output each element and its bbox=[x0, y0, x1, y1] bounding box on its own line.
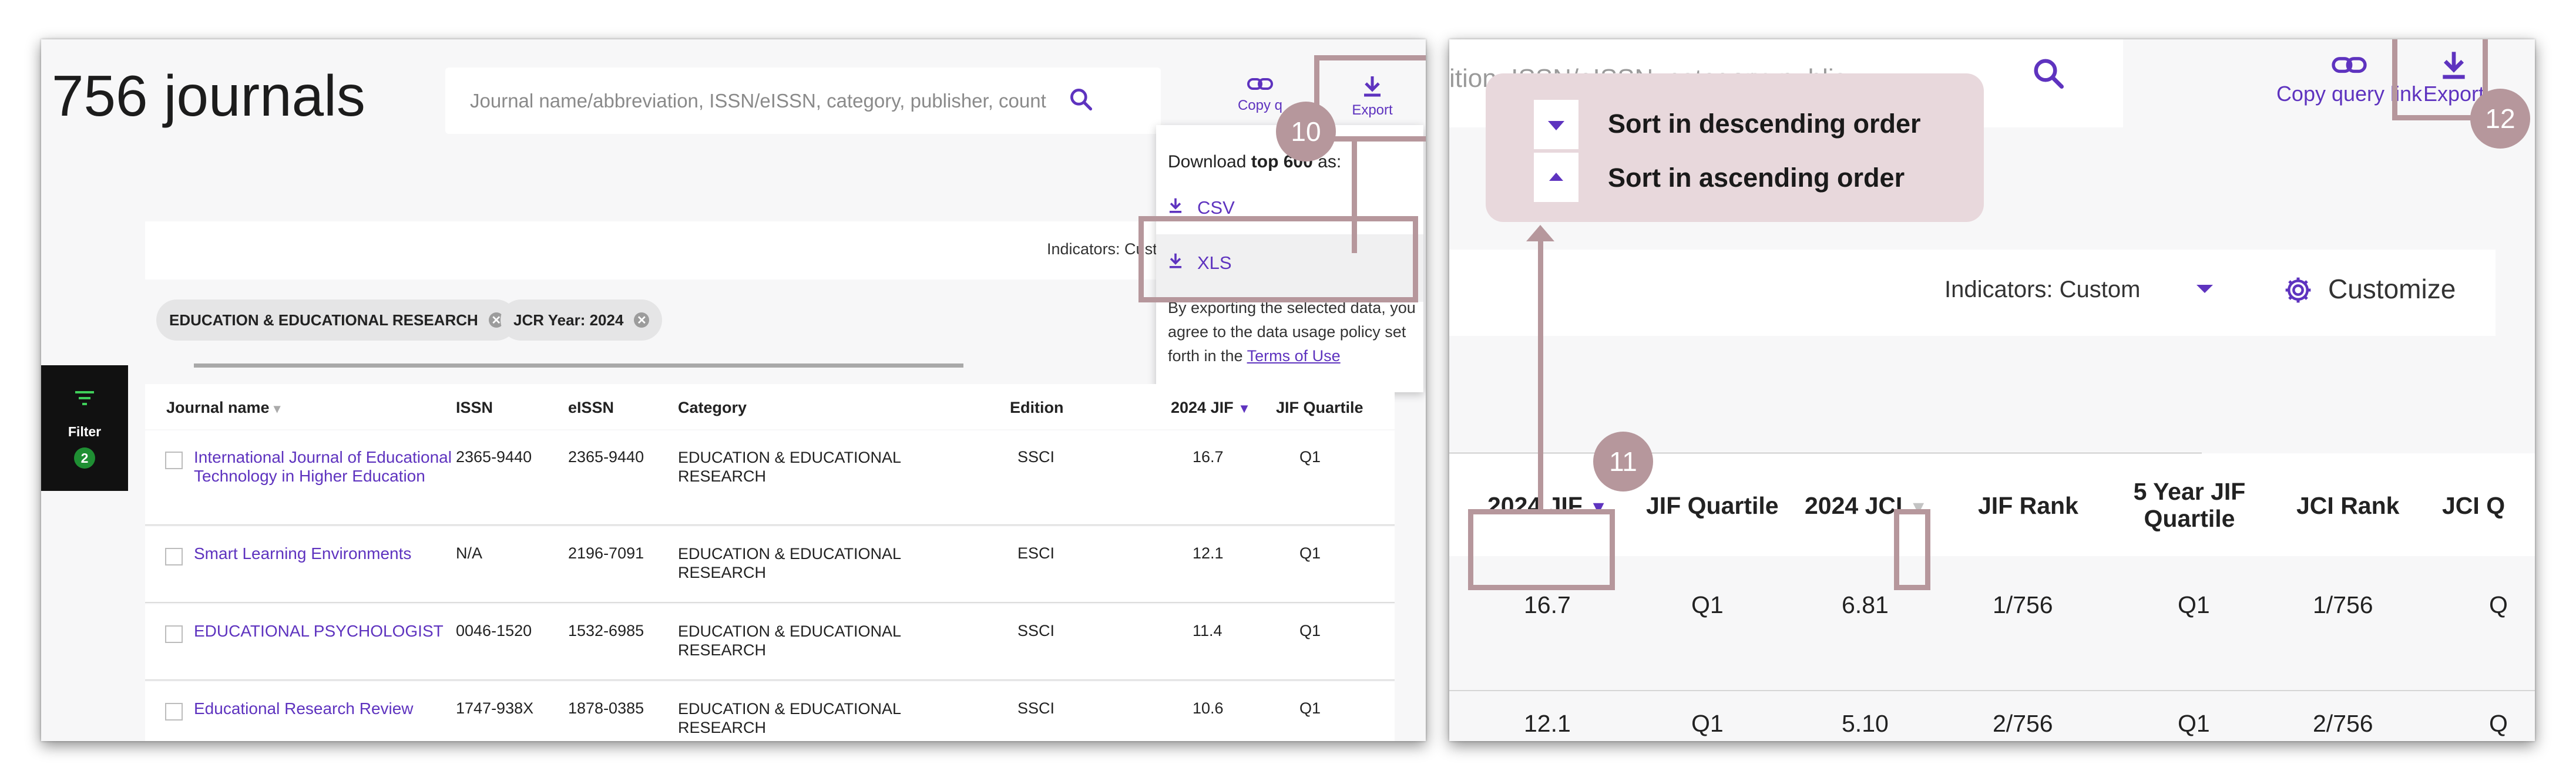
indicators-bar: Indicators: Custom bbox=[145, 221, 1179, 280]
journal-table: Journal name ▾ ISSN eISSN Category Editi… bbox=[145, 384, 1395, 741]
callout-box-jci-sort bbox=[1894, 509, 1930, 590]
sort-down-icon[interactable]: ▾ bbox=[274, 401, 280, 416]
sort-ascending-icon[interactable] bbox=[1534, 153, 1578, 202]
sort-descending-label: Sort in descending order bbox=[1608, 109, 1921, 139]
search-placeholder: Journal name/abbreviation, ISSN/eISSN, c… bbox=[470, 90, 1046, 112]
journal-link[interactable]: International Journal of Educational Tec… bbox=[194, 448, 464, 486]
chevron-down-icon[interactable] bbox=[2194, 280, 2215, 301]
column-edition: Edition bbox=[1010, 399, 1064, 416]
journal-link[interactable]: Smart Learning Environments bbox=[194, 544, 464, 563]
filter-chip-category[interactable]: EDUCATION & EDUCATIONAL RESEARCH ✕ bbox=[156, 299, 517, 341]
table-row: Educational Research Review 1747-938X 18… bbox=[145, 682, 1395, 741]
callout-arrowhead bbox=[1526, 225, 1554, 241]
column-issn: ISSN bbox=[456, 399, 493, 416]
export-policy-note: By exporting the selected data, you agre… bbox=[1168, 299, 1416, 365]
right-screenshot-panel: ition, ISSN/eISSN, category, publis Copy… bbox=[1449, 39, 2535, 741]
table-row: EDUCATIONAL PSYCHOLOGIST 0046-1520 1532-… bbox=[145, 604, 1395, 681]
sort-descending-icon[interactable] bbox=[1534, 100, 1578, 149]
horizontal-scrollbar[interactable] bbox=[194, 363, 963, 368]
link-icon bbox=[1234, 76, 1287, 97]
filter-icon bbox=[73, 389, 96, 412]
table-row: International Journal of Educational Tec… bbox=[145, 430, 1395, 526]
journal-link[interactable]: EDUCATIONAL PSYCHOLOGIST bbox=[194, 622, 464, 641]
indicators-dropdown[interactable]: Indicators: Custom bbox=[1944, 277, 2140, 303]
sort-ascending-label: Sort in ascending order bbox=[1608, 163, 1905, 193]
sort-down-icon[interactable]: ▼ bbox=[1238, 401, 1251, 416]
row-checkbox[interactable] bbox=[165, 625, 183, 643]
callout-badge-12: 12 bbox=[2470, 89, 2530, 149]
column-category: Category bbox=[678, 399, 747, 416]
table-row: Smart Learning Environments N/A 2196-709… bbox=[145, 527, 1395, 603]
terms-of-use-link[interactable]: Terms of Use bbox=[1247, 347, 1341, 365]
gear-icon[interactable] bbox=[2282, 274, 2314, 309]
table-row: 12.1 Q1 5.10 2/756 Q1 2/756 Q bbox=[1524, 710, 2508, 737]
column-5yr-jif-quartile: 5 Year JIF Quartile bbox=[2133, 478, 2246, 532]
search-icon[interactable] bbox=[1068, 86, 1094, 115]
row-checkbox[interactable] bbox=[165, 703, 183, 721]
callout-connector bbox=[1538, 234, 1543, 509]
sort-tooltip: Sort in descending order Sort in ascendi… bbox=[1486, 73, 1984, 222]
column-2024-jif[interactable]: 2024 JIF ▼ bbox=[1171, 399, 1251, 417]
filter-panel-toggle[interactable]: Filter 2 bbox=[41, 365, 128, 491]
close-icon[interactable]: ✕ bbox=[634, 312, 650, 328]
row-checkbox[interactable] bbox=[165, 548, 183, 565]
callout-box-jif-sort bbox=[1468, 509, 1615, 590]
callout-badge-10: 10 bbox=[1276, 102, 1336, 161]
column-journal-name[interactable]: Journal name ▾ bbox=[166, 399, 280, 417]
filter-label: Filter bbox=[68, 424, 102, 439]
column-jif-quartile: JIF Quartile bbox=[1276, 399, 1363, 416]
copy-query-link-button[interactable]: Copy q bbox=[1234, 76, 1287, 114]
copy-query-label: Copy q bbox=[1237, 97, 1283, 113]
table-header: Journal name ▾ ISSN eISSN Category Editi… bbox=[145, 384, 1395, 429]
column-jif-rank: JIF Rank bbox=[1978, 492, 2078, 519]
journal-link[interactable]: Educational Research Review bbox=[194, 699, 464, 718]
callout-box-xls bbox=[1138, 216, 1418, 302]
callout-badge-11: 11 bbox=[1593, 432, 1653, 492]
filter-chip-year[interactable]: JCR Year: 2024 ✕ bbox=[501, 299, 663, 341]
indicators-bar: Indicators: Custom Customize bbox=[1449, 250, 2496, 336]
result-count-title: 756 journals bbox=[52, 63, 365, 128]
column-eissn: eISSN bbox=[568, 399, 614, 416]
column-jif-quartile: JIF Quartile bbox=[1646, 492, 1779, 519]
journal-search-input[interactable]: Journal name/abbreviation, ISSN/eISSN, c… bbox=[445, 68, 1161, 134]
left-screenshot-panel: 756 journals Journal name/abbreviation, … bbox=[41, 39, 1426, 741]
filter-count-badge: 2 bbox=[74, 447, 95, 469]
customize-button[interactable]: Customize bbox=[2328, 273, 2456, 305]
search-icon[interactable] bbox=[2031, 56, 2066, 94]
column-jci-quartile: JCI Q bbox=[2442, 492, 2506, 519]
column-jci-rank: JCI Rank bbox=[2296, 492, 2400, 519]
row-checkbox[interactable] bbox=[165, 452, 183, 469]
